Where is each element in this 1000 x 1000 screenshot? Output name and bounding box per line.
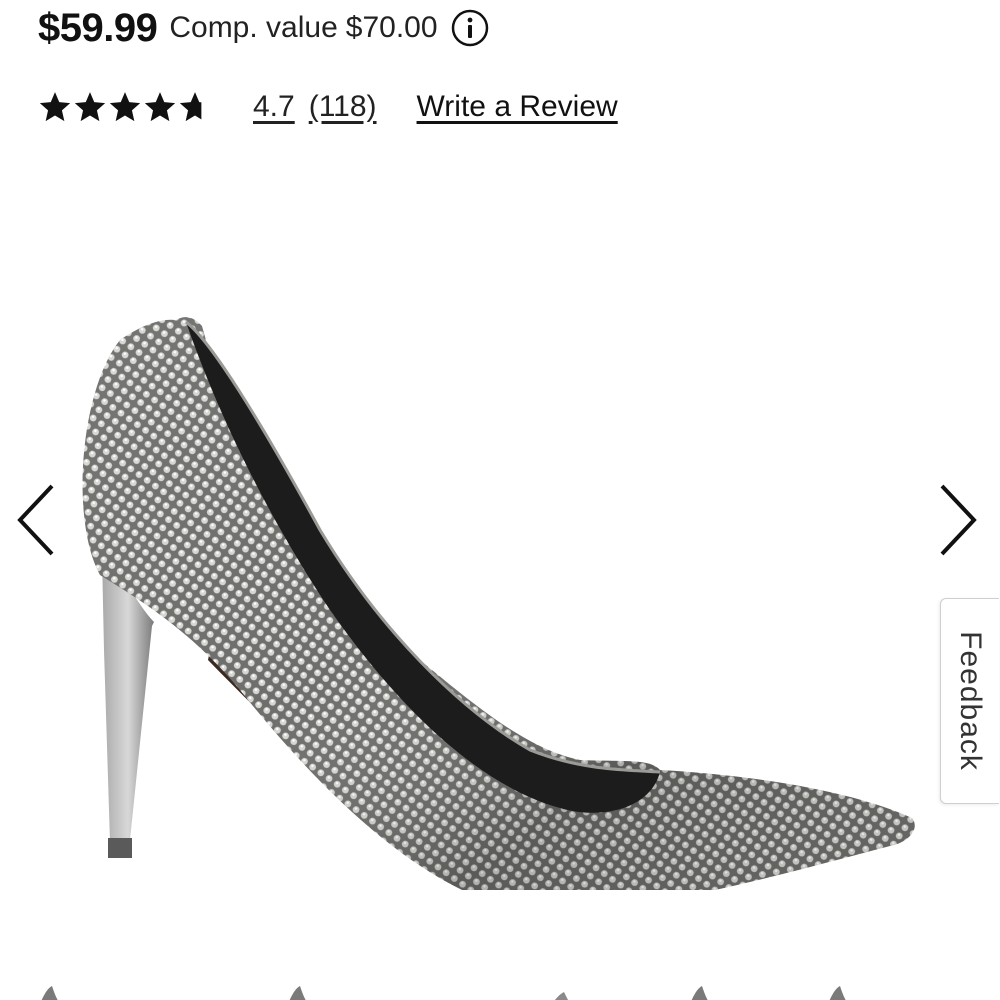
thumbnail-image[interactable] xyxy=(540,982,580,1000)
product-image-carousel[interactable] xyxy=(0,160,1000,940)
star-icon xyxy=(74,92,106,122)
thumbnail-strip xyxy=(0,978,1000,1000)
review-count-link[interactable]: (118) xyxy=(309,90,377,124)
thumbnail-image[interactable] xyxy=(30,982,70,1000)
product-page: $59.99 Comp. value $70.00 4.7 (118) Writ… xyxy=(0,0,1000,1000)
star-icon xyxy=(144,92,176,122)
partial-star-icon xyxy=(179,92,202,122)
comp-value-label: Comp. value xyxy=(169,11,338,44)
thumbnail-image[interactable] xyxy=(680,982,720,1000)
feedback-label: Feedback xyxy=(954,631,987,771)
star-icon xyxy=(39,92,71,122)
current-price: $59.99 xyxy=(38,5,158,50)
chevron-left-icon[interactable] xyxy=(12,480,60,560)
star-icon xyxy=(109,92,141,122)
comp-value-amount: $70.00 xyxy=(345,11,438,44)
chevron-right-icon[interactable] xyxy=(934,480,982,560)
thumbnail-image[interactable] xyxy=(278,982,318,1000)
thumbnail-image[interactable] xyxy=(818,982,858,1000)
star-rating xyxy=(38,90,213,124)
price-row: $59.99 Comp. value $70.00 xyxy=(38,2,490,54)
info-icon[interactable] xyxy=(450,8,490,48)
write-review-link[interactable]: Write a Review xyxy=(417,90,618,124)
feedback-tab[interactable]: Feedback xyxy=(940,598,999,804)
rating-value-link[interactable]: 4.7 xyxy=(253,90,295,124)
product-image[interactable] xyxy=(60,230,940,890)
rating-row: 4.7 (118) Write a Review xyxy=(38,82,618,132)
